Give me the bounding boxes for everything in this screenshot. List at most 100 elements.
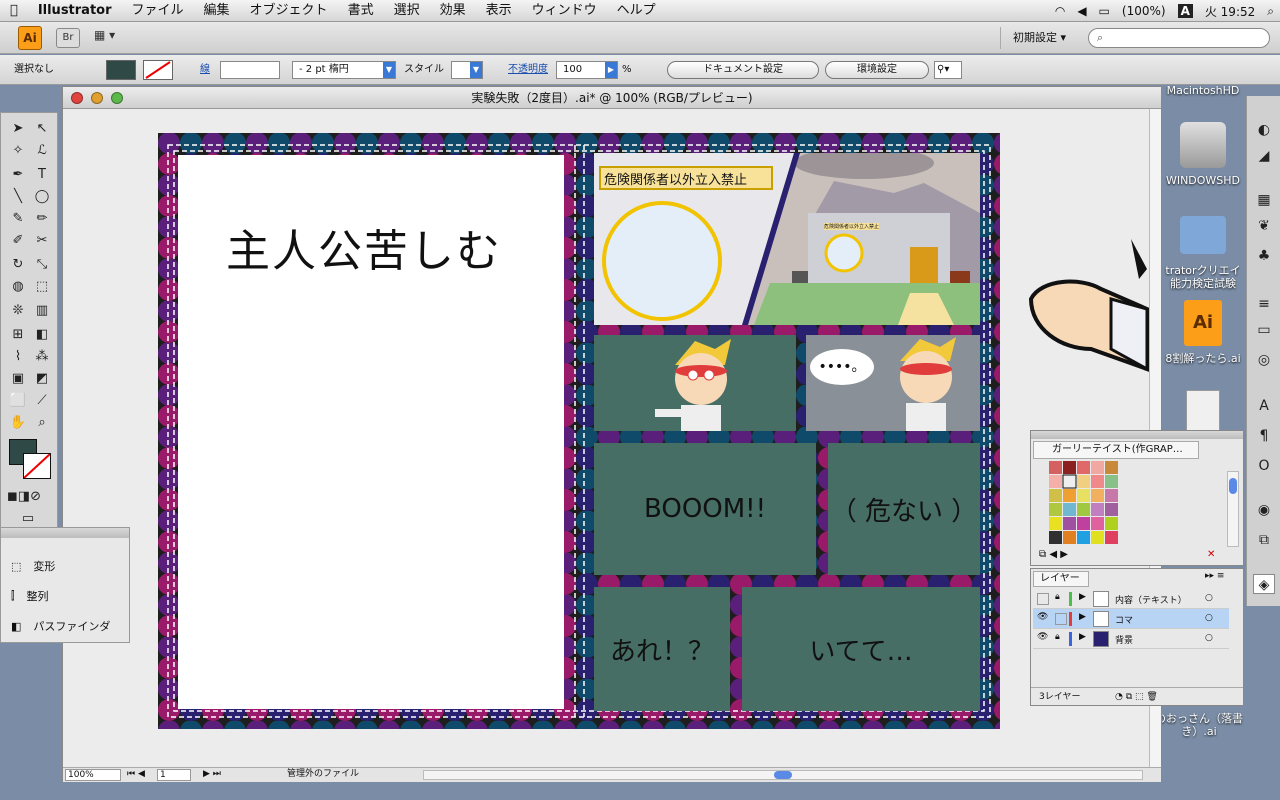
line-tool-icon[interactable]: ╲	[7, 187, 29, 207]
panel-item-transform[interactable]: ⬚ 変形	[11, 556, 55, 576]
visibility-toggle[interactable]	[1037, 593, 1049, 605]
type-tool-icon[interactable]: T	[31, 165, 53, 185]
document-setup-button[interactable]: ドキュメント設定	[667, 61, 819, 79]
stroke-swatch[interactable]	[143, 60, 173, 80]
artboard-number-field[interactable]: 1	[157, 769, 191, 781]
target-icon[interactable]: ○	[1205, 593, 1213, 603]
workspace-switcher[interactable]: 初期設定 ▾	[1000, 27, 1076, 49]
color-panel-icon[interactable]: ◐	[1253, 120, 1275, 140]
menu-object[interactable]: オブジェクト	[240, 0, 338, 22]
panel-top-scene[interactable]: 危険関係者以外立入禁止 危険関係者以外立入禁止	[594, 153, 980, 325]
scissors-tool-icon[interactable]: ✂	[31, 231, 53, 251]
blend-tool-icon[interactable]: ⁂	[31, 347, 53, 367]
folder-icon[interactable]	[1180, 216, 1226, 254]
wifi-icon[interactable]: ◠	[1055, 4, 1065, 18]
graphic-style-dropdown[interactable]: ▼	[451, 61, 483, 79]
paintbrush-tool-icon[interactable]: ✎	[7, 209, 29, 229]
graphic-styles-panel-icon[interactable]: ⧉	[1253, 530, 1275, 550]
mesh-tool-icon[interactable]: ⊞	[7, 325, 29, 345]
volume-icon[interactable]: ◀	[1077, 4, 1086, 18]
direct-selection-tool-icon[interactable]: ↖	[31, 119, 53, 139]
desktop-label-bottom-file[interactable]: のおっさん（落書 き）.ai	[1154, 712, 1244, 738]
live-paint-bucket-tool-icon[interactable]: ▣	[7, 369, 29, 389]
color-guide-icon[interactable]: ◢	[1253, 146, 1275, 166]
panel-header[interactable]	[1, 528, 129, 538]
menu-type[interactable]: 書式	[338, 0, 384, 22]
lock-icon[interactable]: 🔒︎	[1055, 632, 1060, 642]
left-page[interactable]: 主人公苦しむ	[178, 155, 564, 709]
slice-tool-icon[interactable]: ⟋	[31, 391, 53, 411]
artboard[interactable]: 主人公苦しむ 危険関係者以外立入禁止 危険関係者以外立入禁止 ••••。 BOO…	[158, 133, 1000, 729]
next-artboard-icon[interactable]: ▶ ⏭	[203, 768, 221, 781]
blob-brush-tool-icon[interactable]: ✐	[7, 231, 29, 251]
layers-panel-icon[interactable]: ◈	[1253, 574, 1275, 594]
menu-edit[interactable]: 編集	[194, 0, 240, 22]
canvas[interactable]: 主人公苦しむ 危険関係者以外立入禁止 危険関係者以外立入禁止 ••••。 BOO…	[63, 109, 1151, 767]
arrange-documents-button[interactable]: ▦ ▾	[94, 28, 128, 48]
zoom-window-icon[interactable]	[111, 92, 123, 104]
horizontal-scrollbar[interactable]	[423, 770, 1143, 780]
live-paint-selection-tool-icon[interactable]: ◩	[31, 369, 53, 389]
spotlight-icon[interactable]: ⌕	[1267, 4, 1274, 19]
zoom-field[interactable]: 100%	[65, 769, 121, 781]
eye-icon[interactable]: 👁︎	[1037, 632, 1048, 642]
expand-arrow-icon[interactable]: ▶	[1079, 632, 1086, 642]
swatch-library-menu-icon[interactable]: ⧉ ◀ ▶	[1039, 549, 1068, 560]
clock[interactable]: 火 19:52	[1205, 3, 1255, 20]
help-search-input[interactable]: ⌕	[1088, 28, 1270, 48]
layer-row[interactable]: 🔒︎ ▶ 内容（テキスト） ○	[1033, 589, 1229, 609]
menu-view[interactable]: 表示	[476, 0, 522, 22]
character-panel-icon[interactable]: A	[1253, 396, 1275, 416]
apple-menu-icon[interactable]: 	[0, 0, 28, 22]
swatch-scroll-thumb[interactable]	[1229, 478, 1237, 494]
panel-itete[interactable]: いてて…	[742, 587, 980, 711]
screen-mode-icon[interactable]: ▭	[17, 509, 39, 529]
opentype-panel-icon[interactable]: O	[1253, 456, 1275, 476]
expand-arrow-icon[interactable]: ▶	[1079, 592, 1086, 602]
free-transform-tool-icon[interactable]: ⬚	[31, 277, 53, 297]
opacity-field[interactable]: 100 ▶	[556, 61, 618, 79]
panel-header[interactable]	[1031, 431, 1243, 439]
status-info[interactable]: 管理外のファイル	[287, 768, 359, 781]
stroke-panel-icon[interactable]: ≡	[1253, 294, 1275, 314]
zoom-tool-icon[interactable]: ⌕	[31, 413, 53, 433]
pen-tool-icon[interactable]: ✒	[7, 165, 29, 185]
hand-tool-icon[interactable]: ✋	[7, 413, 29, 433]
panel-item-pathfinder[interactable]: ◧ パスファインダ	[11, 616, 110, 636]
desktop-label-macintoshhd[interactable]: MacintoshHD	[1158, 84, 1248, 97]
lock-icon[interactable]: 🔒︎	[1055, 592, 1060, 602]
control-panel-menu-button[interactable]: ⚲▾	[934, 61, 962, 79]
variable-width-profile[interactable]: - 2 pt 楕円 ▼	[292, 61, 396, 79]
gradient-tool-icon[interactable]: ◧	[31, 325, 53, 345]
selection-tool-icon[interactable]: ➤	[7, 119, 29, 139]
panel-character-pointing[interactable]	[594, 335, 796, 431]
tab-layers[interactable]: レイヤー	[1033, 571, 1089, 587]
menu-app-name[interactable]: Illustrator	[28, 0, 122, 22]
expand-arrow-icon[interactable]: ▶	[1079, 612, 1086, 622]
layer-name[interactable]: 背景	[1115, 633, 1133, 646]
menu-window[interactable]: ウィンドウ	[522, 0, 607, 22]
lock-toggle[interactable]	[1055, 613, 1067, 625]
menu-effect[interactable]: 効果	[430, 0, 476, 22]
gradient-panel-icon[interactable]: ▭	[1253, 320, 1275, 340]
eyedropper-tool-icon[interactable]: ⌇	[7, 347, 29, 367]
pencil-tool-icon[interactable]: ✏	[31, 209, 53, 229]
desktop-label-ai-file[interactable]: 8割解ったら.ai	[1158, 352, 1248, 365]
lasso-tool-icon[interactable]: ℒ	[31, 141, 53, 161]
color-mode-icon[interactable]: ◼◨⊘	[7, 487, 41, 507]
layer-name[interactable]: 内容（テキスト）	[1115, 593, 1187, 606]
horizontal-scroll-thumb[interactable]	[774, 771, 792, 779]
menu-select[interactable]: 選択	[384, 0, 430, 22]
ai-file-icon[interactable]: Ai	[1184, 300, 1222, 346]
document-icon[interactable]	[1186, 390, 1220, 432]
bridge-button[interactable]: Br	[56, 28, 80, 48]
paragraph-panel-icon[interactable]: ¶	[1253, 426, 1275, 446]
panel-are[interactable]: あれ！？	[594, 587, 730, 711]
swatch-library-tab[interactable]: ガーリーテイスト(作GRAP…	[1033, 441, 1199, 459]
brushes-panel-icon[interactable]: ❦	[1253, 216, 1275, 236]
layer-row[interactable]: 👁︎ 🔒︎ ▶ 背景 ○	[1033, 629, 1229, 649]
magic-wand-tool-icon[interactable]: ✧	[7, 141, 29, 161]
panel-menu-icon[interactable]: ▸▸ ≡	[1205, 571, 1224, 581]
preferences-button[interactable]: 環境設定	[825, 61, 929, 79]
menu-help[interactable]: ヘルプ	[607, 0, 666, 22]
